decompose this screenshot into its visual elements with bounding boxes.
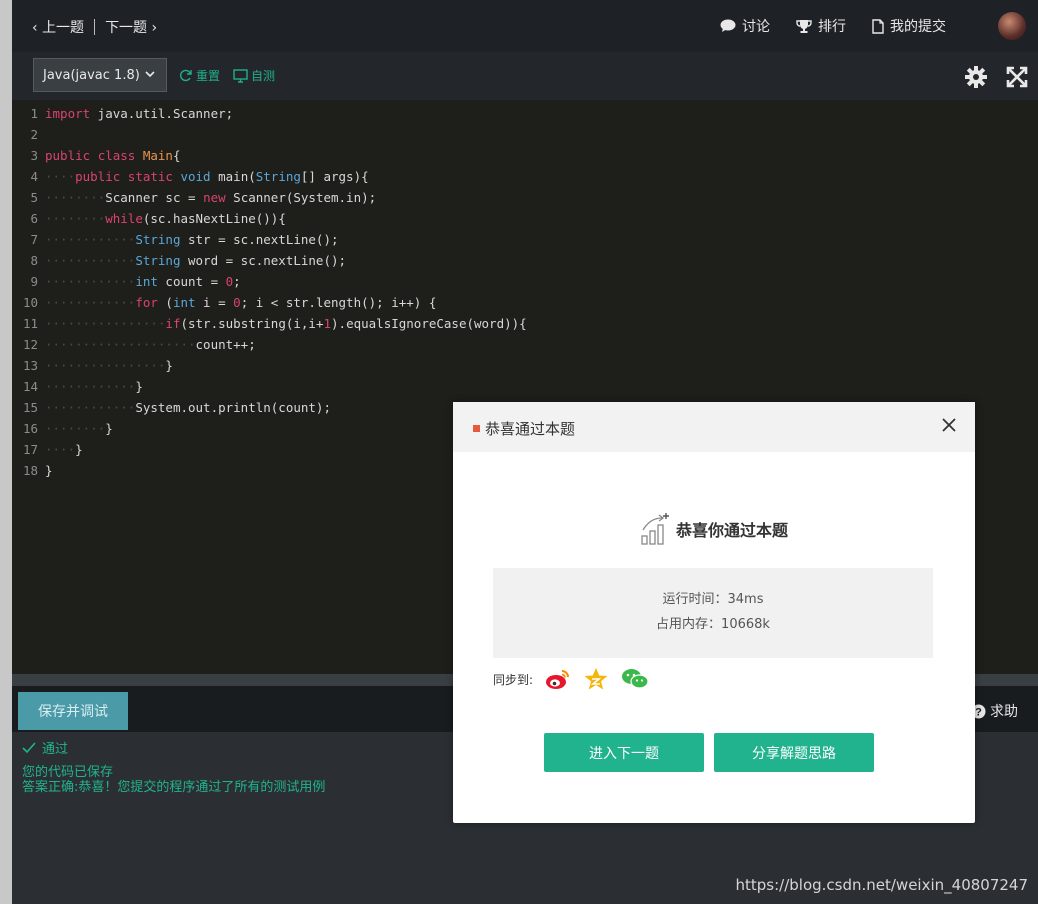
chevron-down-icon bbox=[145, 71, 155, 78]
code-line: 14 ············} bbox=[12, 376, 143, 397]
line-number: 10 bbox=[22, 295, 38, 310]
gear-icon[interactable] bbox=[965, 66, 987, 88]
code-line: 13 ················} bbox=[12, 355, 173, 376]
code-line: 12 ····················count++; bbox=[12, 334, 256, 355]
line-number: 9 bbox=[30, 274, 38, 289]
code-line: 3 public class Main{ bbox=[12, 145, 180, 166]
self-test-button[interactable]: 自测 bbox=[233, 67, 275, 84]
code-line: 17 ····} bbox=[12, 439, 83, 460]
left-edge bbox=[0, 0, 12, 904]
result-panel: 通过 您的代码已保存 答案正确:恭喜！您提交的程序通过了所有的测试用例 bbox=[22, 738, 325, 799]
run-time: 运行时间：34ms bbox=[662, 592, 764, 607]
code-line: 18} bbox=[12, 460, 53, 481]
sync-row: 同步到: bbox=[493, 667, 649, 691]
refresh-icon bbox=[180, 69, 192, 82]
rank-link[interactable]: 排行 bbox=[796, 16, 846, 36]
my-submissions-link[interactable]: 我的提交 bbox=[872, 16, 946, 36]
line-number: 5 bbox=[30, 190, 38, 205]
modal-title: 恭喜通过本题 bbox=[473, 418, 575, 439]
line-number: 12 bbox=[22, 337, 38, 352]
line-number: 16 bbox=[22, 421, 38, 436]
line-number: 15 bbox=[22, 400, 38, 415]
help-link[interactable]: ? 求助 bbox=[971, 701, 1018, 721]
prev-problem-link[interactable]: ‹ 上一题 bbox=[32, 17, 84, 37]
top-bar: ‹ 上一题 下一题 › 讨论 排行 我的提交 bbox=[12, 0, 1038, 52]
line-number: 11 bbox=[22, 316, 38, 331]
status-text: 通过 bbox=[42, 742, 69, 757]
watermark: https://blog.csdn.net/weixin_40807247 bbox=[735, 876, 1028, 894]
line-number: 3 bbox=[30, 148, 38, 163]
avatar[interactable] bbox=[998, 12, 1026, 40]
title-marker bbox=[473, 425, 480, 432]
next-problem-button[interactable]: 进入下一题 bbox=[544, 733, 704, 772]
stats-box: 运行时间：34ms 占用内存：10668k bbox=[493, 568, 933, 658]
line-number: 6 bbox=[30, 211, 38, 226]
discuss-label: 讨论 bbox=[742, 19, 770, 35]
code-line: 6 ········while(sc.hasNextLine()){ bbox=[12, 208, 285, 229]
line-number: 13 bbox=[22, 358, 38, 373]
code-line: 8 ············String word = sc.nextLine()… bbox=[12, 250, 346, 271]
language-value: Java(javac 1.8) bbox=[43, 67, 140, 83]
reset-button[interactable]: 重置 bbox=[178, 67, 220, 84]
reset-label: 重置 bbox=[196, 69, 221, 83]
success-modal: 恭喜通过本题 恭喜你通过本题 运行时间：34ms 占用内存：10668k 同步到… bbox=[453, 402, 975, 823]
line-number: 8 bbox=[30, 253, 38, 268]
editor-toolbar: Java(javac 1.8) 重置 自测 bbox=[12, 52, 1038, 100]
memory-usage: 占用内存：10668k bbox=[656, 617, 770, 632]
help-label: 求助 bbox=[990, 704, 1018, 720]
code-line: 16 ········} bbox=[12, 418, 113, 439]
qzone-icon[interactable] bbox=[583, 667, 609, 691]
close-icon[interactable] bbox=[941, 417, 957, 433]
nav-divider bbox=[94, 19, 96, 35]
line-number: 2 bbox=[30, 127, 38, 142]
document-icon bbox=[872, 18, 884, 34]
code-line: 1 import java.util.Scanner; bbox=[12, 103, 233, 124]
line-number: 14 bbox=[22, 379, 38, 394]
my-submissions-label: 我的提交 bbox=[890, 19, 946, 35]
language-select[interactable]: Java(javac 1.8) bbox=[33, 58, 167, 92]
svg-text:?: ? bbox=[975, 706, 982, 718]
trophy-icon bbox=[796, 19, 812, 33]
code-line: 4 ····public static void main(String[] ar… bbox=[12, 166, 368, 187]
line-number: 17 bbox=[22, 442, 38, 457]
correct-message: 答案正确:恭喜！您提交的程序通过了所有的测试用例 bbox=[22, 780, 326, 795]
sync-label: 同步到: bbox=[493, 672, 534, 687]
code-line: 15 ············System.out.println(count); bbox=[12, 397, 331, 418]
rank-label: 排行 bbox=[818, 19, 846, 35]
save-and-debug-button[interactable]: 保存并调试 bbox=[18, 692, 128, 730]
modal-header: 恭喜通过本题 bbox=[453, 402, 975, 452]
chart-up-icon bbox=[641, 513, 669, 545]
next-problem-link[interactable]: 下一题 › bbox=[105, 17, 157, 37]
success-headline: 恭喜你通过本题 bbox=[640, 512, 788, 546]
next-label: 下一题 bbox=[105, 20, 148, 36]
modal-title-text: 恭喜通过本题 bbox=[485, 420, 576, 438]
monitor-icon bbox=[233, 68, 248, 83]
code-line: 5 ········Scanner sc = new Scanner(System… bbox=[12, 187, 376, 208]
success-headline-text: 恭喜你通过本题 bbox=[676, 521, 789, 540]
share-solution-button[interactable]: 分享解题思路 bbox=[714, 733, 874, 772]
check-icon bbox=[22, 742, 36, 754]
prev-label: 上一题 bbox=[42, 20, 85, 36]
fullscreen-icon[interactable] bbox=[1006, 66, 1028, 88]
weibo-icon[interactable] bbox=[545, 668, 571, 690]
status-row: 通过 bbox=[22, 738, 325, 761]
code-line: 7 ············String str = sc.nextLine(); bbox=[12, 229, 338, 250]
comment-icon bbox=[720, 19, 736, 32]
code-line: 2 bbox=[12, 124, 45, 145]
line-number: 18 bbox=[22, 463, 38, 478]
line-number: 7 bbox=[30, 232, 38, 247]
line-number: 4 bbox=[30, 169, 38, 184]
code-line: 11 ················if(str.substring(i,i+1… bbox=[12, 313, 527, 334]
code-line: 9 ············int count = 0; bbox=[12, 271, 240, 292]
wechat-icon[interactable] bbox=[621, 668, 649, 690]
line-number: 1 bbox=[30, 106, 38, 121]
self-test-label: 自测 bbox=[251, 69, 276, 83]
code-line: 10 ············for (int i = 0; i < str.le… bbox=[12, 292, 436, 313]
discuss-link[interactable]: 讨论 bbox=[720, 16, 770, 36]
